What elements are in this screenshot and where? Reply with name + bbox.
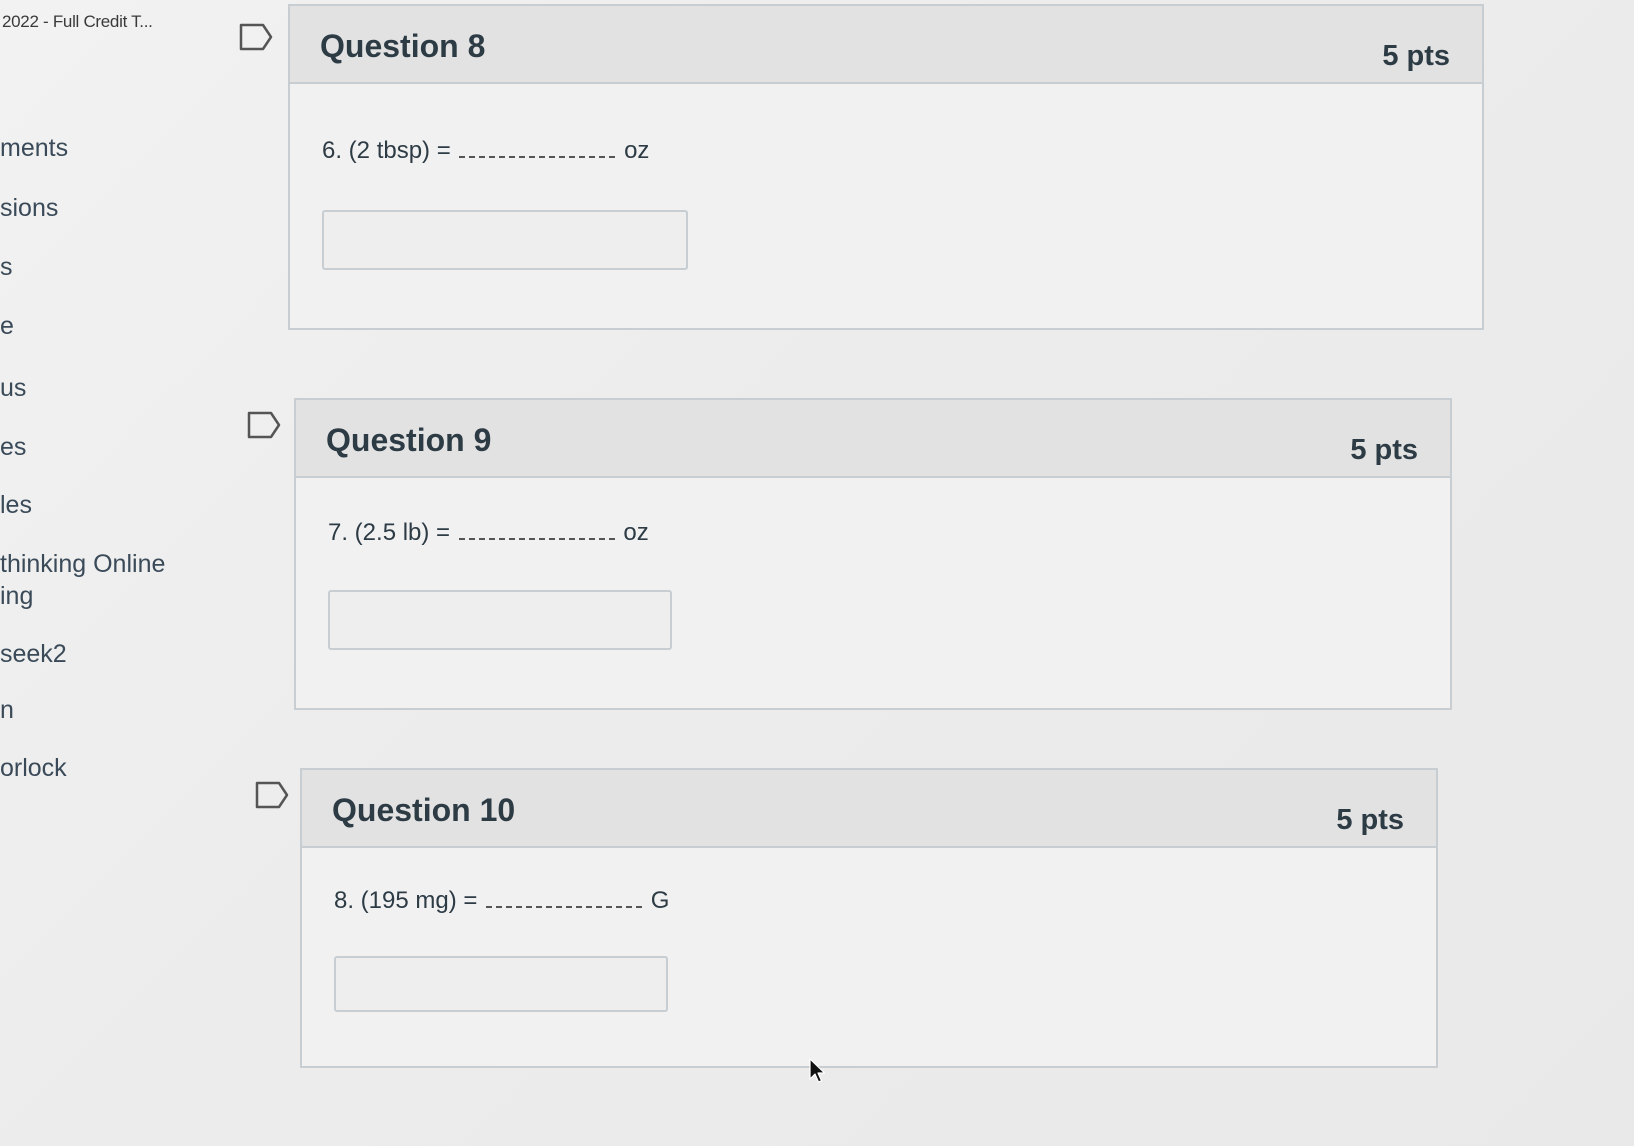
course-title[interactable]: 2022 - Full Credit T... bbox=[2, 12, 153, 32]
question-header: Question 8 5 pts bbox=[290, 6, 1482, 84]
question-prompt: 8. (195 mg) = bbox=[334, 887, 478, 914]
question-prompt-row: 8. (195 mg) = G bbox=[334, 886, 669, 915]
question-prompt-row: 7. (2.5 lb) = oz bbox=[328, 518, 649, 547]
question-title: Question 9 bbox=[326, 422, 492, 458]
sidebar-item-quizzes[interactable]: es bbox=[0, 433, 26, 462]
sidebar-item-turnitin-orlock[interactable]: orlock bbox=[0, 754, 67, 783]
unit-label: oz bbox=[623, 519, 649, 546]
question-header: Question 10 5 pts bbox=[302, 770, 1436, 848]
question-prompt: 6. (2 tbsp) = bbox=[322, 137, 451, 164]
sidebar-item-people[interactable]: e bbox=[0, 312, 14, 341]
question-prompt: 7. (2.5 lb) = bbox=[328, 519, 451, 546]
question-points: 5 pts bbox=[1382, 40, 1450, 72]
course-sidebar: 2022 - Full Credit T... ments sions s e … bbox=[0, 0, 230, 1146]
question-title: Question 8 bbox=[320, 28, 486, 64]
question-points: 5 pts bbox=[1350, 434, 1418, 466]
sidebar-item-discussions[interactable]: sions bbox=[0, 194, 58, 223]
question-prompt-row: 6. (2 tbsp) = oz bbox=[322, 136, 649, 165]
blank-line bbox=[458, 518, 615, 540]
question-card: Question 9 5 pts 7. (2.5 lb) = oz bbox=[294, 398, 1452, 710]
sidebar-item-syllabus[interactable]: us bbox=[0, 374, 26, 403]
question-header: Question 9 5 pts bbox=[296, 400, 1450, 478]
sidebar-item-thinking-online-cont[interactable]: ing bbox=[0, 582, 33, 611]
sidebar-item-seek2[interactable]: seek2 bbox=[0, 640, 67, 669]
unit-label: oz bbox=[624, 137, 650, 164]
sidebar-item-thinking-online[interactable]: thinking Online bbox=[0, 550, 165, 579]
mouse-cursor-icon bbox=[809, 1058, 826, 1083]
answer-input[interactable] bbox=[322, 210, 688, 270]
blank-line bbox=[459, 136, 616, 158]
flag-question-9-icon[interactable] bbox=[246, 410, 282, 440]
question-title: Question 10 bbox=[332, 792, 516, 828]
answer-input[interactable] bbox=[334, 956, 668, 1012]
sidebar-item-n[interactable]: n bbox=[0, 696, 14, 725]
sidebar-item-grades[interactable]: s bbox=[0, 253, 13, 282]
blank-line bbox=[486, 886, 643, 908]
question-card: Question 10 5 pts 8. (195 mg) = G bbox=[300, 768, 1438, 1068]
answer-input[interactable] bbox=[328, 590, 672, 650]
flag-question-8-icon[interactable] bbox=[238, 22, 274, 52]
question-points: 5 pts bbox=[1336, 804, 1404, 836]
unit-label: G bbox=[650, 887, 670, 914]
flag-question-10-icon[interactable] bbox=[254, 780, 290, 810]
question-card: Question 8 5 pts 6. (2 tbsp) = oz bbox=[288, 4, 1484, 330]
sidebar-item-modules[interactable]: les bbox=[0, 491, 32, 520]
sidebar-item-assignments[interactable]: ments bbox=[0, 134, 68, 163]
